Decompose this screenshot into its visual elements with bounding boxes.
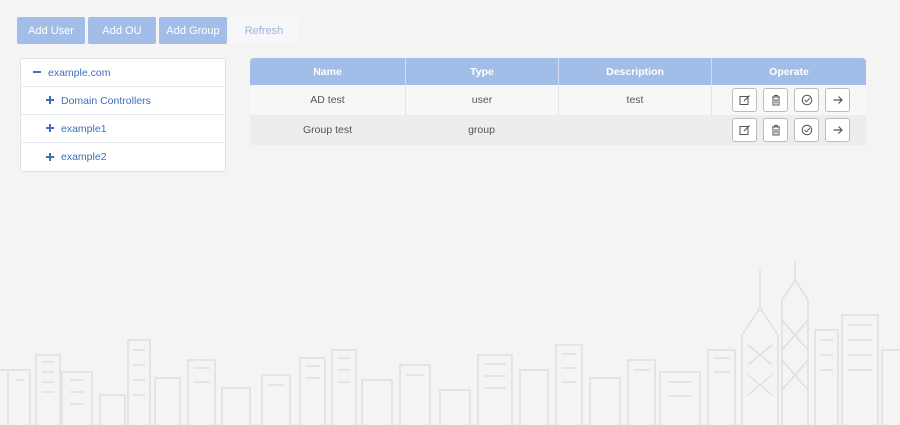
- cell-description: [558, 115, 711, 145]
- edit-icon: [739, 125, 750, 135]
- edit-button[interactable]: [732, 118, 757, 142]
- arrow-right-icon: [833, 96, 843, 104]
- cell-operate: [711, 115, 866, 145]
- cell-name: AD test: [310, 94, 345, 106]
- cell-description: test: [558, 85, 711, 115]
- tree-item-label: example.com: [48, 66, 111, 79]
- toolbar: Add User Add OU Add Group Refresh: [17, 17, 298, 44]
- plus-icon[interactable]: [46, 152, 55, 162]
- approve-button[interactable]: [794, 88, 819, 112]
- tree-item-label: Domain Controllers: [61, 94, 151, 107]
- edit-button[interactable]: [732, 88, 757, 112]
- trash-icon: [771, 125, 780, 136]
- members-table: Name Type Description Operate AD test us…: [250, 58, 866, 145]
- tree-item-label: example2: [61, 151, 107, 163]
- column-header-operate: Operate: [711, 58, 866, 85]
- plus-icon[interactable]: [46, 96, 55, 105]
- edit-icon: [739, 95, 750, 105]
- tree-item-example1[interactable]: example1: [21, 115, 225, 143]
- trash-icon: [771, 95, 780, 106]
- ou-tree: example.com Domain Controllers example1 …: [20, 58, 226, 172]
- tree-item-domain-controllers[interactable]: Domain Controllers: [21, 87, 225, 115]
- check-circle-icon: [801, 94, 812, 106]
- arrow-right-icon: [833, 126, 843, 134]
- table-row: AD test user test: [250, 85, 866, 115]
- tree-item-root[interactable]: example.com: [21, 59, 225, 87]
- delete-button[interactable]: [763, 88, 788, 112]
- column-header-type: Type: [405, 58, 558, 85]
- table-header: Name Type Description Operate: [250, 58, 866, 85]
- add-user-button[interactable]: Add User: [17, 17, 85, 44]
- move-button[interactable]: [825, 118, 850, 142]
- cell-name: Group test: [302, 124, 353, 136]
- plus-icon[interactable]: [46, 124, 55, 133]
- cell-type: user: [405, 85, 558, 115]
- tree-item-label: example1: [61, 122, 107, 135]
- check-circle-icon: [801, 124, 812, 136]
- cell-type: group: [468, 124, 495, 136]
- column-header-name: Name: [313, 65, 342, 78]
- city-skyline-illustration: [0, 262, 900, 425]
- add-group-button[interactable]: Add Group: [159, 17, 227, 44]
- refresh-button[interactable]: Refresh: [230, 17, 298, 44]
- approve-button[interactable]: [794, 118, 819, 142]
- delete-button[interactable]: [763, 118, 788, 142]
- cell-operate: [711, 85, 866, 115]
- add-ou-button[interactable]: Add OU: [88, 17, 156, 44]
- minus-icon[interactable]: [33, 68, 42, 77]
- move-button[interactable]: [825, 88, 850, 112]
- column-header-description: Description: [558, 58, 711, 85]
- tree-item-example2[interactable]: example2: [21, 143, 225, 171]
- table-row: Group test group: [250, 115, 866, 145]
